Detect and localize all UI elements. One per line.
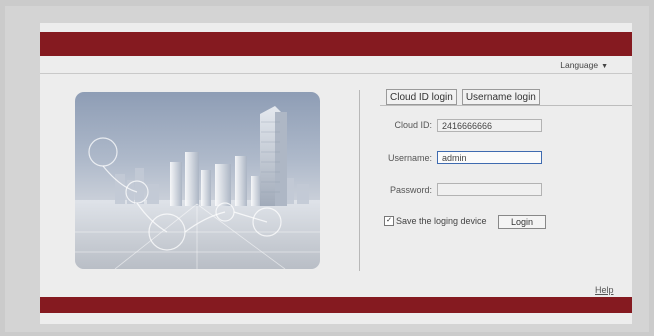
vertical-divider (359, 90, 360, 271)
password-field[interactable] (437, 183, 542, 196)
checkbox-checked-icon[interactable]: ✓ (384, 216, 394, 226)
tab-username-login[interactable]: Username login (461, 89, 540, 105)
login-mode-tabs: Cloud ID login Username login (386, 89, 540, 105)
login-page: Language ▼ Cloud ID login Username login… (40, 23, 632, 324)
header-bar (40, 32, 632, 56)
footer-bar (40, 297, 632, 313)
username-field[interactable] (437, 151, 542, 164)
window-frame: Language ▼ Cloud ID login Username login… (5, 6, 649, 332)
save-device-option[interactable]: ✓ Save the loging device (384, 216, 487, 226)
language-selector[interactable]: Language ▼ (560, 60, 608, 70)
cloud-id-field[interactable] (437, 119, 542, 132)
password-label: Password: (389, 185, 432, 195)
caret-down-icon: ▼ (601, 63, 608, 70)
login-button[interactable]: Login (498, 215, 546, 229)
cloud-id-label: Cloud ID: (394, 120, 432, 130)
help-link[interactable]: Help (595, 285, 614, 295)
city-skyline-image (75, 92, 320, 269)
tabs-divider (380, 105, 632, 106)
header-divider (40, 73, 632, 74)
save-device-label: Save the loging device (396, 216, 487, 226)
username-label: Username: (387, 153, 432, 163)
language-label: Language (560, 60, 599, 70)
tab-cloud-id-login[interactable]: Cloud ID login (386, 89, 457, 105)
